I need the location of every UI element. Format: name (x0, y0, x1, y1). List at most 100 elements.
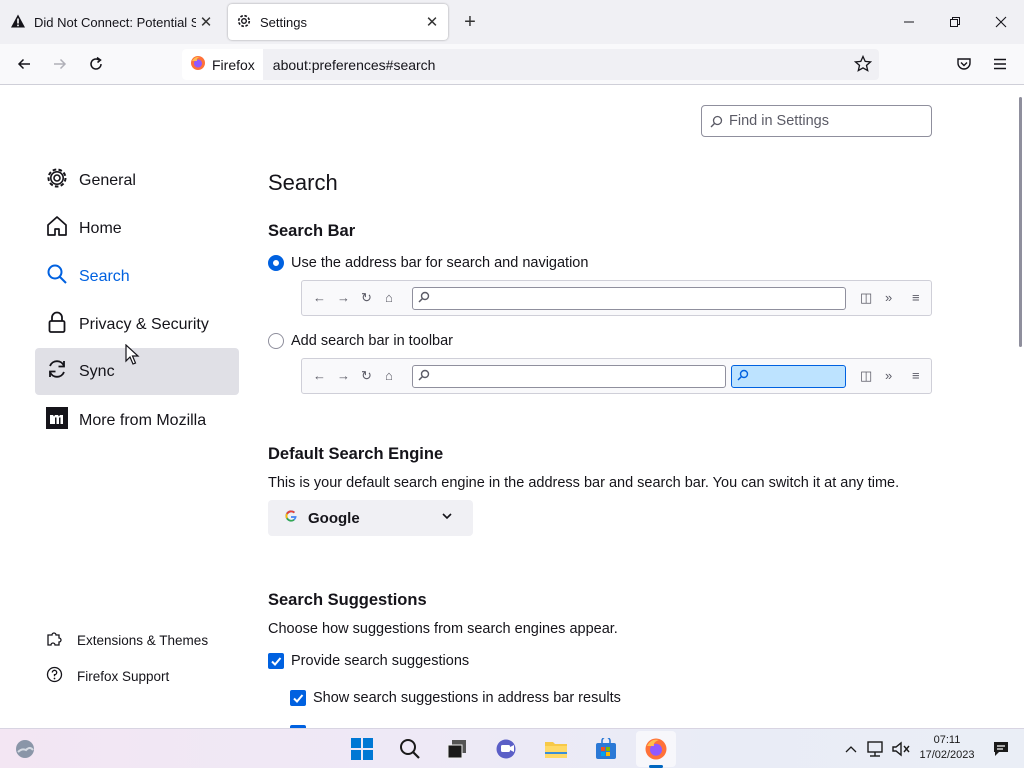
tab-did-not-connect[interactable]: Did Not Connect: Potential Security Issu… (0, 0, 222, 44)
category-label: Search (79, 267, 130, 285)
footlink-label: Firefox Support (77, 668, 170, 684)
radio-selected-indicator[interactable] (268, 255, 284, 271)
pocket-icon[interactable] (950, 50, 978, 78)
radio-label: Use the address bar for search and navig… (291, 255, 589, 271)
settings-page: Find in Settings General Home Search Pri… (0, 85, 1024, 728)
system-clock[interactable]: 07:11 17/02/2023 (916, 733, 978, 763)
teams-chat-icon[interactable] (493, 736, 519, 762)
clock-time: 07:11 (933, 734, 961, 746)
gear-icon (236, 13, 252, 32)
checkbox-checked-icon[interactable] (290, 690, 306, 706)
checkbox-checked-icon[interactable] (268, 653, 284, 669)
sidebar-icon: ◫ (860, 290, 873, 305)
menu-icon: ≡ (912, 290, 920, 305)
find-in-settings-input[interactable]: Find in Settings (701, 105, 932, 137)
reload-icon: ↻ (361, 368, 372, 383)
notifications-icon[interactable] (988, 736, 1014, 762)
reload-button[interactable] (82, 50, 110, 78)
firefox-logo-icon (190, 55, 206, 74)
warning-icon (10, 13, 26, 32)
radio-unselected-indicator[interactable] (268, 333, 284, 349)
reload-icon: ↻ (361, 290, 372, 305)
file-explorer-icon[interactable] (543, 736, 569, 762)
windows-taskbar: 07:11 17/02/2023 (0, 728, 1024, 768)
back-button[interactable] (10, 50, 38, 78)
puzzle-icon (46, 630, 63, 650)
page-title: Search (268, 170, 338, 195)
category-label: More from Mozilla (79, 411, 207, 429)
close-window-button[interactable] (986, 8, 1016, 36)
search-suggestions-description: Choose how suggestions from search engin… (268, 621, 618, 637)
tab-label: Did Not Connect: Potential Security Issu… (34, 14, 196, 30)
new-tab-button[interactable]: + (458, 10, 482, 34)
default-engine-select[interactable]: Google (268, 500, 473, 536)
volume-muted-icon[interactable] (888, 736, 914, 762)
selected-engine: Google (308, 509, 360, 527)
menu-icon[interactable] (986, 50, 1014, 78)
site-identity[interactable]: Firefox (182, 49, 263, 80)
mozilla-icon (45, 406, 69, 435)
restore-button[interactable] (940, 8, 970, 36)
home-icon: ⌂ (385, 290, 393, 305)
firefox-icon[interactable] (643, 736, 669, 762)
firefox-support-link[interactable]: Firefox Support (46, 666, 169, 686)
address-bar-preview: ← → ↻ ⌂ ◫ » ≡ (301, 280, 932, 316)
google-logo-icon (284, 509, 298, 527)
mouse-cursor-icon (125, 343, 141, 371)
url-bar[interactable]: Firefox about:preferences#search (182, 49, 879, 80)
help-icon (46, 666, 63, 686)
menu-icon: ≡ (912, 368, 920, 383)
checkbox-provide-suggestions[interactable]: Provide search suggestions (268, 653, 469, 669)
close-tab-icon[interactable]: ✕ (422, 13, 442, 31)
search-icon (418, 369, 430, 381)
category-label: Privacy & Security (79, 315, 209, 333)
weather-icon[interactable] (12, 736, 38, 762)
category-label: Sync (79, 362, 115, 380)
chevron-down-icon (442, 513, 452, 520)
search-icon (737, 369, 749, 381)
task-view-icon[interactable] (444, 736, 470, 762)
forward-button[interactable] (46, 50, 74, 78)
network-icon[interactable] (862, 736, 888, 762)
clock-date: 17/02/2023 (919, 749, 975, 761)
checkbox-label: Provide search suggestions (291, 653, 470, 669)
category-general[interactable]: General (35, 157, 239, 204)
category-label: General (79, 171, 136, 189)
identity-label: Firefox (212, 56, 255, 73)
search-bar-preview: ← → ↻ ⌂ ◫ » ≡ (301, 358, 932, 394)
radio-label: Add search bar in toolbar (291, 333, 454, 349)
category-home[interactable]: Home (35, 205, 239, 252)
tab-settings[interactable]: Settings ✕ (228, 4, 448, 40)
sync-icon (45, 357, 69, 386)
scrollbar[interactable] (1019, 97, 1022, 347)
category-label: Home (79, 219, 122, 237)
overflow-chevron-icon: » (885, 368, 893, 383)
back-arrow-icon: ← (313, 368, 326, 383)
url-text[interactable]: about:preferences#search (273, 57, 436, 73)
category-search[interactable]: Search (35, 253, 239, 300)
category-more-from-mozilla[interactable]: More from Mozilla (35, 397, 239, 444)
bookmark-star-icon[interactable] (849, 50, 877, 78)
forward-arrow-icon: → (337, 290, 350, 305)
home-icon: ⌂ (385, 368, 393, 383)
navigation-toolbar: Firefox about:preferences#search (0, 44, 1024, 85)
close-tab-icon[interactable]: ✕ (196, 13, 216, 31)
footlink-label: Extensions & Themes (77, 632, 209, 648)
preview-url-field (412, 287, 846, 310)
search-icon (710, 115, 723, 127)
start-menu-icon[interactable] (349, 736, 375, 762)
sidebar-icon: ◫ (860, 368, 873, 383)
radio-use-address-bar[interactable]: Use the address bar for search and navig… (268, 255, 588, 271)
chevron-up-icon[interactable] (838, 736, 864, 762)
search-icon[interactable] (397, 736, 423, 762)
minimize-button[interactable] (894, 8, 924, 36)
checkbox-label: Show search suggestions in address bar r… (313, 690, 621, 706)
default-engine-heading: Default Search Engine (268, 445, 444, 463)
default-engine-description: This is your default search engine in th… (268, 475, 900, 491)
gear-icon (45, 166, 69, 195)
radio-add-search-bar[interactable]: Add search bar in toolbar (268, 333, 453, 349)
category-privacy[interactable]: Privacy & Security (35, 301, 239, 348)
microsoft-store-icon[interactable] (593, 736, 619, 762)
extensions-themes-link[interactable]: Extensions & Themes (46, 630, 208, 650)
checkbox-show-in-address-bar[interactable]: Show search suggestions in address bar r… (290, 690, 621, 706)
